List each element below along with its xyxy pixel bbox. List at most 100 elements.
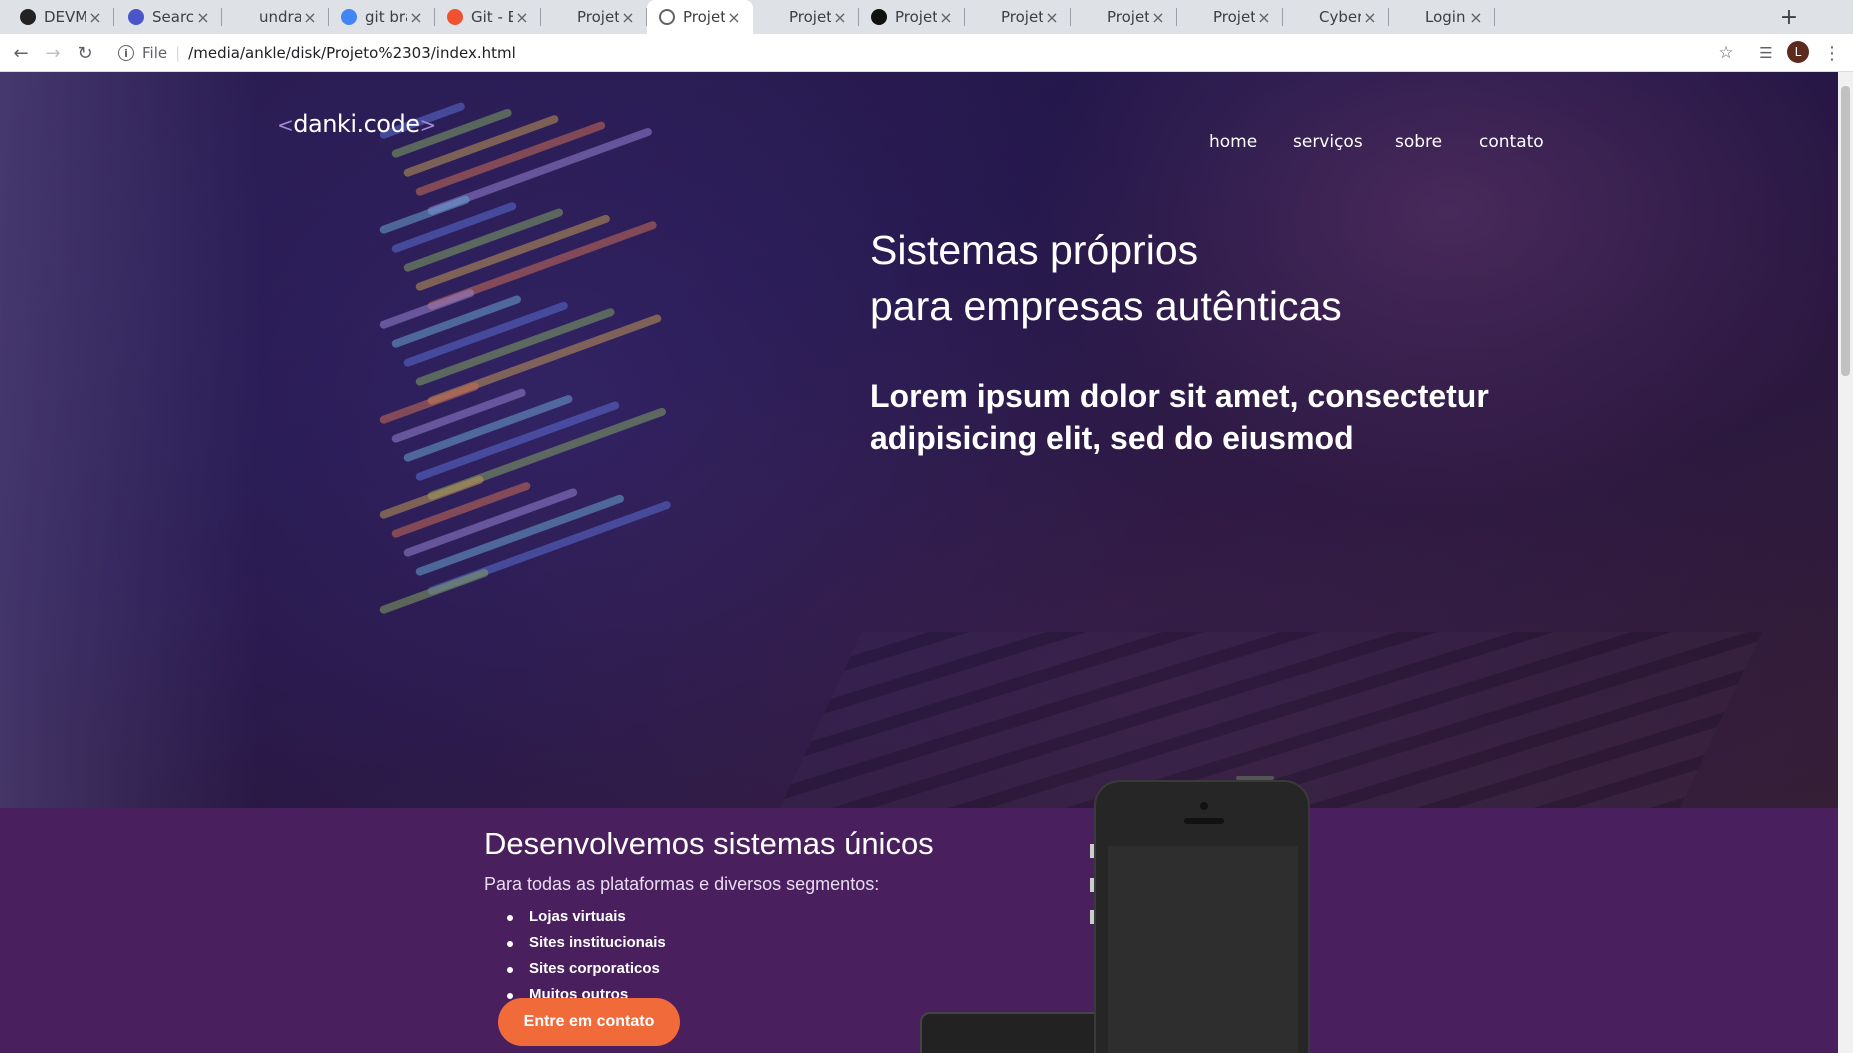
browser-tab[interactable]: undraw_× xyxy=(223,0,329,34)
blank-icon xyxy=(235,9,251,25)
tab-title: DEVMO xyxy=(44,8,86,26)
git-icon xyxy=(447,9,463,25)
close-tab-icon[interactable]: × xyxy=(1361,8,1379,27)
hero-section: <danki.code> home serviços sobre contato… xyxy=(0,72,1838,808)
info-icon[interactable]: i xyxy=(118,45,134,61)
services-list: Lojas virtuais Sites institucionais Site… xyxy=(507,904,666,1008)
browser-tab[interactable]: Git - Basi× xyxy=(435,0,541,34)
services-section: Desenvolvemos sistemas únicos Para todas… xyxy=(0,776,1838,1053)
google-icon xyxy=(341,9,357,25)
close-tab-icon[interactable]: × xyxy=(513,8,531,27)
close-tab-icon[interactable]: × xyxy=(1255,8,1273,27)
hero-title: Sistemas próprios para empresas autêntic… xyxy=(870,222,1342,334)
close-tab-icon[interactable]: × xyxy=(407,8,425,27)
close-tab-icon[interactable]: × xyxy=(619,8,637,27)
close-tab-icon[interactable]: × xyxy=(1149,8,1167,27)
page-viewport: <danki.code> home serviços sobre contato… xyxy=(0,72,1838,1053)
blank-icon xyxy=(977,9,993,25)
blank-icon xyxy=(1189,9,1205,25)
close-tab-icon[interactable]: × xyxy=(1467,8,1485,27)
close-tab-icon[interactable]: × xyxy=(831,8,849,27)
contact-button[interactable]: Entre em contato xyxy=(498,998,680,1046)
tab-title: Cyberpu xyxy=(1319,8,1361,26)
close-tab-icon[interactable]: × xyxy=(1043,8,1061,27)
tab-separator xyxy=(1494,8,1495,26)
section-title: Desenvolvemos sistemas únicos xyxy=(484,826,934,861)
browser-toolbar: ← → ↻ i File | /media/ankle/disk/Projeto… xyxy=(0,34,1853,72)
blank-icon xyxy=(765,9,781,25)
tab-title: Projeto # xyxy=(1107,8,1149,26)
nav-contato[interactable]: contato xyxy=(1479,132,1544,152)
logo-text: danki.code xyxy=(293,110,420,138)
close-tab-icon[interactable]: × xyxy=(86,8,104,27)
close-tab-icon[interactable]: × xyxy=(937,8,955,27)
close-tab-icon[interactable]: × xyxy=(725,8,743,27)
browser-tab[interactable]: Login Fa× xyxy=(1389,0,1495,34)
blank-icon xyxy=(553,9,569,25)
tab-title: Projeto C xyxy=(577,8,619,26)
browser-tab[interactable]: Projeto C× xyxy=(541,0,647,34)
tab-title: Projeto C xyxy=(683,8,725,26)
menu-kebab-icon[interactable]: ⋮ xyxy=(1818,39,1846,67)
browser-tab[interactable]: Projeto C× xyxy=(647,0,753,34)
forward-icon[interactable]: → xyxy=(39,39,67,67)
globe-icon xyxy=(659,9,675,25)
tab-title: Projeto C xyxy=(789,8,831,26)
browser-tab[interactable]: Projeto C× xyxy=(753,0,859,34)
address-divider: | xyxy=(175,44,181,62)
browser-tab[interactable]: Projeto #× xyxy=(1071,0,1177,34)
dash-icon xyxy=(871,9,887,25)
devmo-icon xyxy=(20,9,36,25)
list-item: Sites corporaticos xyxy=(507,956,666,982)
list-item: Sites institucionais xyxy=(507,930,666,956)
back-icon[interactable]: ← xyxy=(7,39,35,67)
tab-title: Login Fa xyxy=(1425,8,1467,26)
bookmark-star-icon[interactable]: ☆ xyxy=(1712,39,1740,67)
tab-title: Git - Basi xyxy=(471,8,513,26)
browser-tab[interactable]: Projeto#× xyxy=(1177,0,1283,34)
close-tab-icon[interactable]: × xyxy=(301,8,319,27)
address-scheme: File xyxy=(142,44,168,62)
phone-illustration xyxy=(1094,776,1310,1053)
browser-tab[interactable]: Search |× xyxy=(116,0,222,34)
profile-avatar[interactable]: L xyxy=(1787,41,1809,63)
phone-screen xyxy=(1108,846,1298,1053)
tab-title: Projeto# xyxy=(1213,8,1255,26)
hero-title-line1: Sistemas próprios xyxy=(870,227,1199,273)
address-url[interactable]: /media/ankle/disk/Projeto%2303/index.htm… xyxy=(188,44,516,62)
logo-bracket-right: > xyxy=(419,113,437,137)
address-bar[interactable]: i File | /media/ankle/disk/Projeto%2303/… xyxy=(106,38,1729,68)
logo-bracket-left: < xyxy=(277,113,294,137)
nav-servicos[interactable]: serviços xyxy=(1293,132,1363,152)
tab-strip: DEVMO×Search |×undraw_×git branc×Git - B… xyxy=(0,0,1853,34)
blank-icon xyxy=(1401,9,1417,25)
tab-title: Projeto C xyxy=(895,8,937,26)
hero-subtitle: Lorem ipsum dolor sit amet, consectetur … xyxy=(870,378,1489,456)
tab-separator xyxy=(221,8,222,26)
tab-title: git branc xyxy=(365,8,407,26)
site-logo[interactable]: <danki.code> xyxy=(277,110,436,138)
browser-tab[interactable]: Cyberpu× xyxy=(1283,0,1389,34)
close-tab-icon[interactable]: × xyxy=(194,8,212,27)
phone-speaker xyxy=(1184,818,1224,824)
browser-tab[interactable]: git branc× xyxy=(329,0,435,34)
tab-separator xyxy=(113,8,114,26)
page-scrollbar[interactable] xyxy=(1838,72,1853,1053)
browser-tab[interactable]: Projeto C× xyxy=(965,0,1071,34)
search-icon xyxy=(128,9,144,25)
media-control-icon[interactable]: ☰ xyxy=(1752,39,1780,67)
hero-title-line2: para empresas autênticas xyxy=(870,283,1342,329)
blank-icon xyxy=(1083,9,1099,25)
tab-title: Projeto C xyxy=(1001,8,1043,26)
new-tab-button[interactable]: + xyxy=(1772,0,1806,34)
browser-tab[interactable]: Projeto C× xyxy=(859,0,965,34)
nav-sobre[interactable]: sobre xyxy=(1395,132,1442,152)
nav-home[interactable]: home xyxy=(1209,132,1257,152)
list-item: Lojas virtuais xyxy=(507,904,666,930)
tablet-illustration xyxy=(920,1012,1120,1053)
reload-icon[interactable]: ↻ xyxy=(71,39,99,67)
phone-camera xyxy=(1200,802,1208,810)
tab-title: undraw_ xyxy=(259,8,301,26)
scrollbar-thumb[interactable] xyxy=(1841,86,1850,376)
browser-tab[interactable]: DEVMO× xyxy=(8,0,114,34)
